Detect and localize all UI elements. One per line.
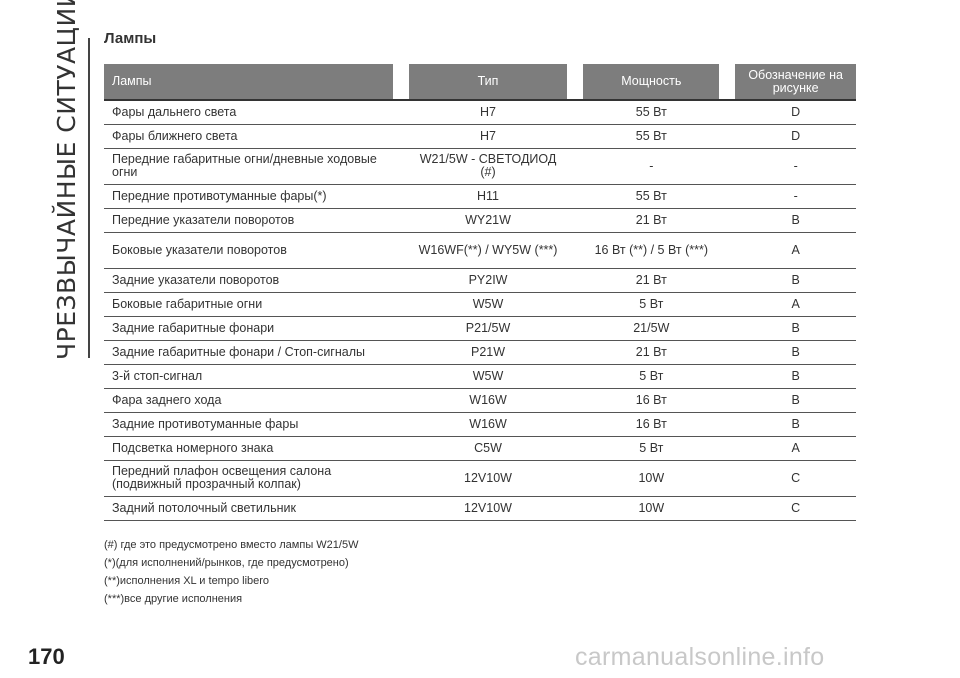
lamp-power: 55 Вт <box>583 184 720 209</box>
lamp-type: 12V10W <box>408 496 568 521</box>
table-row: 3-й стоп-сигнал W5W 5 Вт B <box>104 364 856 389</box>
lamp-ref: B <box>735 364 856 389</box>
lamp-type: P21W <box>408 340 568 365</box>
lamp-power: 21 Вт <box>583 208 720 233</box>
lamp-type: PY2IW <box>408 268 568 293</box>
lamp-name: Фары ближнего света <box>104 124 393 149</box>
lamp-power: 5 Вт <box>583 436 720 461</box>
lamp-ref: A <box>735 232 856 269</box>
lamp-power: 5 Вт <box>583 364 720 389</box>
page-number: 170 <box>28 644 65 669</box>
lamp-ref: B <box>735 316 856 341</box>
lamp-power: 10W <box>583 496 720 521</box>
lamp-name: Задние указатели поворотов <box>104 268 393 293</box>
lamp-name: Задние противотуманные фары <box>104 412 393 437</box>
table-row: Передний плафон освещения салона (подвиж… <box>104 460 856 497</box>
table-row: Задние указатели поворотов PY2IW 21 Вт B <box>104 268 856 293</box>
lamp-type: WY21W <box>408 208 568 233</box>
table-row: Задние габаритные фонари P21/5W 21/5W B <box>104 316 856 341</box>
lamp-ref: - <box>735 184 856 209</box>
lamp-name: Боковые указатели поворотов <box>104 232 393 269</box>
lamp-name: Передние противотуманные фары(*) <box>104 184 393 209</box>
footnote: (#) где это предусмотрено вместо лампы W… <box>104 539 359 551</box>
lamp-name: Задние габаритные фонари / Стоп-сигналы <box>104 340 393 365</box>
lamp-type: W5W <box>408 364 568 389</box>
lamp-ref: C <box>735 496 856 521</box>
lamp-type: H7 <box>408 99 568 125</box>
lamp-name: Фара заднего хода <box>104 388 393 413</box>
lamp-ref: C <box>735 460 856 497</box>
footnote: (**)исполнения XL и tempo libero <box>104 575 270 587</box>
footnote: (***)все другие исполнения <box>104 593 243 605</box>
lamp-type: P21/5W <box>408 316 568 341</box>
lamp-ref: A <box>735 292 856 317</box>
table-row: Боковые габаритные огни W5W 5 Вт A <box>104 292 856 317</box>
lamp-type: W16WF(**) / WY5W (***) <box>408 232 568 269</box>
lamp-power: 55 Вт <box>583 124 720 149</box>
lamp-name: Подсветка номерного знака <box>104 436 393 461</box>
lamp-power: 10W <box>583 460 720 497</box>
lamps-table: Лампы Тип Мощность Обозначение на рисунк… <box>104 64 856 521</box>
lamp-name: Задние габаритные фонари <box>104 316 393 341</box>
table-row: Подсветка номерного знака C5W 5 Вт A <box>104 436 856 461</box>
lamp-type: H11 <box>408 184 568 209</box>
table-row: Фары ближнего света H7 55 Вт D <box>104 124 856 149</box>
lamp-name: Передний плафон освещения салона (подвиж… <box>104 460 393 497</box>
table-row: Передние противотуманные фары(*) H11 55 … <box>104 184 856 209</box>
lamp-power: 16 Вт <box>583 412 720 437</box>
lamp-power: 21/5W <box>583 316 720 341</box>
lamp-type: W5W <box>408 292 568 317</box>
table-row: Фары дальнего света H7 55 Вт D <box>104 99 856 125</box>
lamp-name: Задний потолочный светильник <box>104 496 393 521</box>
lamp-power: 55 Вт <box>583 99 720 125</box>
lamp-power: 16 Вт <box>583 388 720 413</box>
header-lamps: Лампы <box>104 64 393 100</box>
lamp-power: 5 Вт <box>583 292 720 317</box>
table-row: Задние противотуманные фары W16W 16 Вт B <box>104 412 856 437</box>
lamp-ref: B <box>735 268 856 293</box>
table-row: Передние указатели поворотов WY21W 21 Вт… <box>104 208 856 233</box>
lamp-name: Передние габаритные огни/дневные ходовые… <box>104 148 393 185</box>
lamp-ref: D <box>735 99 856 125</box>
lamp-power: - <box>583 148 720 185</box>
lamp-type: W21/5W - СВЕТОДИОД (#) <box>408 148 568 185</box>
lamp-type: 12V10W <box>408 460 568 497</box>
lamp-ref: B <box>735 388 856 413</box>
lamp-type: W16W <box>408 388 568 413</box>
lamp-name: Фары дальнего света <box>104 99 393 125</box>
lamp-name: Передние указатели поворотов <box>104 208 393 233</box>
side-section-title-text: ЧРЕЗВЫЧАЙНЫЕ СИТУАЦИИ <box>52 0 81 360</box>
table-row: Задние габаритные фонари / Стоп-сигналы … <box>104 340 856 365</box>
lamp-name: Боковые габаритные огни <box>104 292 393 317</box>
table-row: Передние габаритные огни/дневные ходовые… <box>104 148 856 185</box>
table-row: Боковые указатели поворотов W16WF(**) / … <box>104 232 856 269</box>
footnote: (*)(для исполнений/рынков, где предусмот… <box>104 557 349 569</box>
lamp-power: 21 Вт <box>583 268 720 293</box>
lamp-ref: - <box>735 148 856 185</box>
lamp-name: 3-й стоп-сигнал <box>104 364 393 389</box>
header-type: Тип <box>408 64 568 100</box>
header-power: Мощность <box>583 64 720 100</box>
lamp-ref: B <box>735 208 856 233</box>
lamp-type: W16W <box>408 412 568 437</box>
lamp-ref: B <box>735 340 856 365</box>
table-header-row: Лампы Тип Мощность Обозначение на рисунк… <box>104 64 856 100</box>
lamp-ref: B <box>735 412 856 437</box>
lamp-type: H7 <box>408 124 568 149</box>
table-row: Задний потолочный светильник 12V10W 10W … <box>104 496 856 521</box>
header-figure-ref: Обозначение на рисунке <box>735 64 856 100</box>
lamp-ref: D <box>735 124 856 149</box>
side-divider <box>88 38 90 358</box>
page-title: Лампы <box>104 30 157 47</box>
lamp-type: C5W <box>408 436 568 461</box>
footnotes: (#) где это предусмотрено вместо лампы W… <box>104 536 358 608</box>
lamp-ref: A <box>735 436 856 461</box>
lamp-power: 21 Вт <box>583 340 720 365</box>
lamp-power: 16 Вт (**) / 5 Вт (***) <box>583 232 720 269</box>
table-row: Фара заднего хода W16W 16 Вт B <box>104 388 856 413</box>
watermark: carmanualsonline.info <box>575 643 825 671</box>
